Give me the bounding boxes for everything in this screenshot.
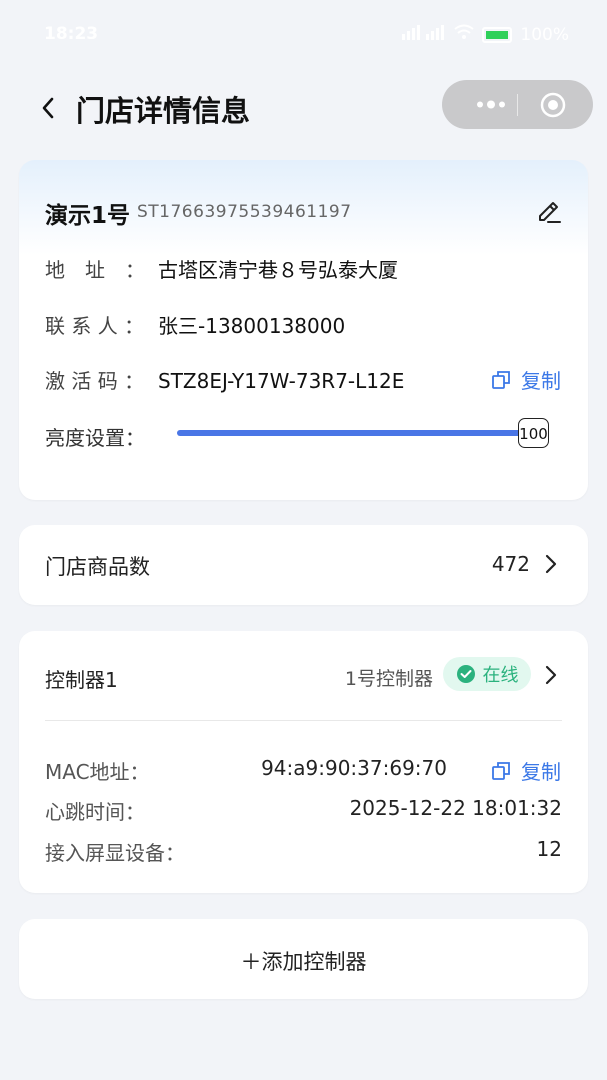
products-count: 472	[491, 552, 530, 576]
products-label: 门店商品数	[45, 555, 150, 579]
status-time: 18:23	[44, 24, 99, 44]
contact-row: 联 系 人 ： 张三-13800138000	[45, 310, 345, 339]
edit-button[interactable]	[536, 198, 562, 228]
store-id: ST17663975539461197	[137, 202, 352, 222]
brightness-slider-thumb[interactable]: 100	[518, 418, 549, 448]
status-indicators: 100%	[402, 24, 569, 45]
connected-devices-label: 接入屏显设备：	[45, 841, 185, 865]
store-products-row[interactable]: 门店商品数 472	[19, 525, 588, 605]
heartbeat-row: 心跳时间： 2025-12-22 18:01:32	[45, 796, 562, 825]
nav-bar: 门店详情信息	[0, 78, 607, 138]
chevron-left-icon	[42, 97, 54, 119]
copy-code-button[interactable]: 复制	[491, 365, 561, 394]
copy-mac-button[interactable]: 复制	[491, 756, 561, 785]
divider	[45, 720, 562, 721]
brightness-slider-fill	[177, 430, 533, 436]
controller-card: 控制器1 1号控制器 在线 MAC地址： 94:a9:90:37:69:70 复…	[19, 631, 588, 893]
activation-code-row: 激 活 码 ： STZ8EJ-Y17W-73R7-L12E	[45, 365, 404, 394]
mac-value: 94:a9:90:37:69:70	[261, 756, 447, 780]
contact-label: 联 系 人 ：	[45, 314, 145, 338]
target-icon	[540, 92, 566, 118]
close-button[interactable]	[540, 92, 566, 122]
chevron-right-icon	[544, 553, 558, 579]
mac-row: MAC地址： 94:a9:90:37:69:70	[45, 756, 562, 785]
copy-mac-label: 复制	[521, 760, 561, 784]
address-row: 地 址 ： 古塔区清宁巷８号弘泰大厦	[45, 254, 398, 283]
contact-value: 张三-13800138000	[158, 314, 346, 338]
heartbeat-value: 2025-12-22 18:01:32	[349, 796, 562, 820]
battery-icon	[482, 26, 513, 43]
more-button[interactable]	[464, 80, 514, 129]
wifi-icon	[454, 24, 475, 45]
store-info-card: 演示1号 ST17663975539461197 地 址 ： 古塔区清宁巷８号弘泰…	[19, 160, 588, 500]
address-label: 地 址 ：	[45, 258, 145, 282]
brightness-slider-track[interactable]	[177, 430, 533, 436]
mac-label: MAC地址：	[45, 760, 150, 784]
store-name: 演示1号	[45, 203, 131, 229]
add-controller-button[interactable]: ＋添加控制器	[19, 919, 588, 999]
capsule-divider	[517, 94, 518, 116]
page-title: 门店详情信息	[76, 94, 251, 128]
copy-icon	[492, 370, 510, 389]
connected-devices-row: 接入屏显设备： 12	[45, 837, 562, 866]
controller-name: 控制器1	[45, 668, 118, 692]
controller-title: 1号控制器	[344, 668, 433, 690]
edit-pencil-icon	[539, 202, 561, 223]
status-badge: 在线	[443, 657, 531, 691]
more-icon	[477, 100, 505, 109]
activation-code-value: STZ8EJ-Y17W-73R7-L12E	[158, 369, 405, 393]
activation-code-label: 激 活 码 ：	[45, 369, 145, 393]
status-text: 在线	[482, 665, 519, 686]
controller-chevron-button[interactable]	[544, 664, 558, 690]
add-controller-label: ＋添加控制器	[240, 950, 367, 974]
back-button[interactable]	[38, 94, 58, 122]
copy-code-label: 复制	[521, 369, 561, 393]
battery-text: 100%	[520, 24, 569, 45]
check-circle-icon	[456, 665, 475, 683]
chevron-right-icon	[545, 665, 557, 685]
mini-program-capsule	[442, 80, 593, 129]
brightness-label: 亮度设置：	[45, 426, 145, 450]
status-bar: 18:23 100%	[0, 0, 607, 70]
address-value: 古塔区清宁巷８号弘泰大厦	[158, 258, 398, 282]
heartbeat-label: 心跳时间：	[45, 800, 145, 824]
copy-icon	[492, 761, 510, 780]
signal-icon	[402, 24, 446, 45]
connected-devices-value: 12	[536, 837, 562, 861]
